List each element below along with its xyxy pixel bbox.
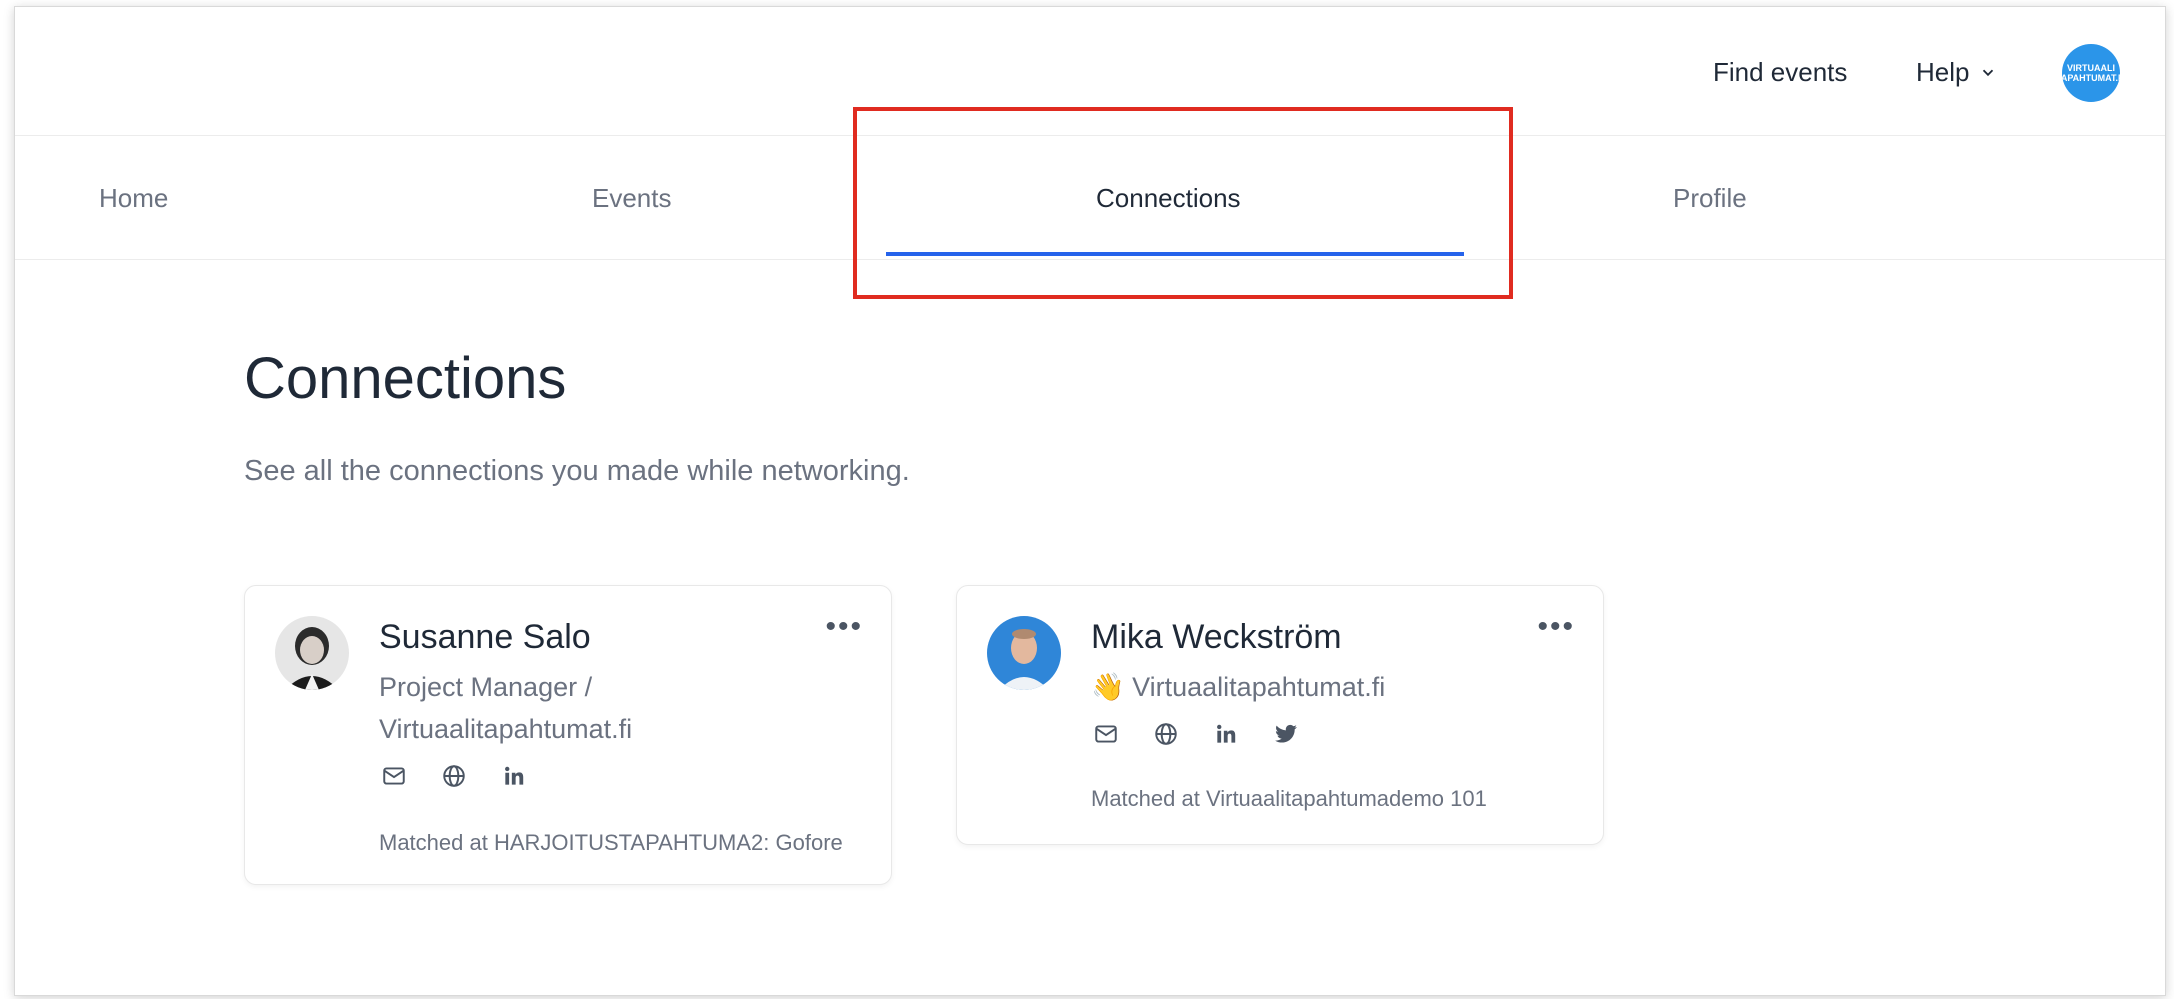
avatar [275, 616, 349, 690]
linkedin-icon[interactable] [499, 761, 529, 791]
chevron-down-icon [1983, 69, 1994, 76]
avatar-logo-text: VIRTUAALI TAPAHTUMAT.FI [2062, 63, 2120, 83]
globe-icon[interactable] [1151, 719, 1181, 749]
help-menu[interactable]: Help [1916, 57, 1997, 88]
highlight-box [853, 107, 1513, 299]
contact-icons [379, 761, 529, 791]
tab-events[interactable]: Events [592, 183, 672, 214]
connection-card: Mika Weckström 👋 Virtuaalitapahtumat.fi … [956, 585, 1604, 845]
connection-company: 👋 Virtuaalitapahtumat.fi [1091, 672, 1386, 702]
mail-icon[interactable] [1091, 719, 1121, 749]
matched-at-text: Matched at HARJOITUSTAPAHTUMA2: Gofore [379, 830, 843, 855]
more-options-button[interactable]: ••• [1537, 610, 1575, 644]
help-label: Help [1916, 57, 1970, 87]
connection-company: Virtuaalitapahtumat.fi [379, 714, 633, 744]
tab-profile[interactable]: Profile [1673, 183, 1747, 214]
mail-icon[interactable] [379, 761, 409, 791]
user-avatar[interactable]: VIRTUAALI TAPAHTUMAT.FI [2062, 44, 2120, 102]
page-title: Connections [244, 346, 567, 411]
connection-name[interactable]: Susanne Salo [379, 618, 591, 657]
tab-home[interactable]: Home [99, 183, 168, 214]
avatar [987, 616, 1061, 690]
linkedin-icon[interactable] [1211, 719, 1241, 749]
find-events-link[interactable]: Find events [1713, 57, 1847, 88]
connection-title: Project Manager / [379, 672, 593, 702]
connection-card: Susanne Salo Project Manager / Virtuaali… [244, 585, 892, 885]
page-subtitle: See all the connections you made while n… [244, 455, 910, 487]
contact-icons [1091, 719, 1301, 749]
twitter-icon[interactable] [1271, 719, 1301, 749]
more-options-button[interactable]: ••• [825, 610, 863, 644]
connection-name[interactable]: Mika Weckström [1091, 618, 1342, 657]
globe-icon[interactable] [439, 761, 469, 791]
matched-at-text: Matched at Virtuaalitapahtumademo 101 [1091, 786, 1487, 811]
app-window: Find events Help VIRTUAALI TAPAHTUMAT.FI… [14, 6, 2166, 996]
